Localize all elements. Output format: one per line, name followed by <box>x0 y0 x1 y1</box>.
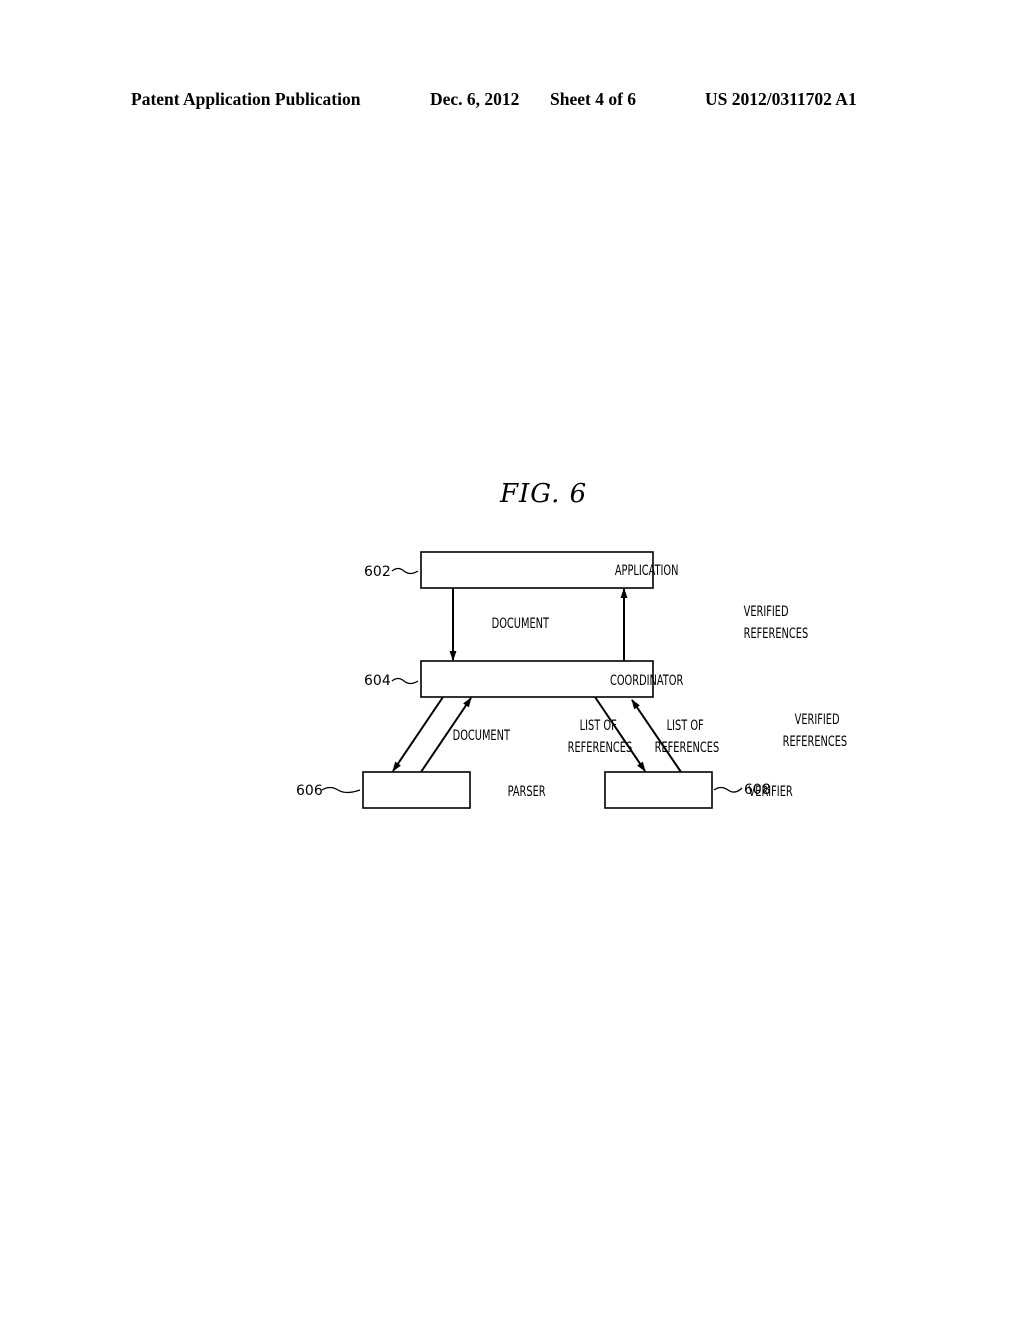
edge-label-list-parser-line1: LIST OF <box>580 717 617 734</box>
coordinator-label: COORDINATOR <box>610 672 683 689</box>
parser-label: PARSER <box>508 783 546 800</box>
node-coordinator: COORDINATOR 604 <box>364 660 683 698</box>
edge-label-document-down: DOCUMENT <box>492 615 549 632</box>
edge-label-verified-verifier-line2: REFERENCES <box>783 733 848 750</box>
flow-diagram: APPLICATION 602 COORDINATOR 604 PARSER 6… <box>296 551 848 809</box>
edge-label-document-parser: DOCUMENT <box>453 727 510 744</box>
verifier-box <box>604 771 713 809</box>
node-parser: PARSER 606 <box>296 771 546 809</box>
node-verifier: VERIFIER 608 <box>604 771 793 809</box>
leader-line-606 <box>321 786 361 794</box>
ref-606: 606 <box>296 783 323 799</box>
ref-608: 608 <box>744 782 771 798</box>
leader-line-604 <box>391 677 419 685</box>
parser-box <box>362 771 471 809</box>
edge-label-list-parser-line2: REFERENCES <box>568 739 633 756</box>
edge-label-verified-verifier-line1: VERIFIED <box>795 711 840 728</box>
edge-label-list-verifier-line1: LIST OF <box>667 717 704 734</box>
leader-line-602 <box>391 567 419 575</box>
edge-label-verified-up-line2: REFERENCES <box>744 625 809 642</box>
ref-604: 604 <box>364 673 391 689</box>
node-application: APPLICATION 602 <box>364 551 679 589</box>
application-label: APPLICATION <box>615 562 679 579</box>
edge-label-verified-up-line1: VERIFIED <box>744 603 789 620</box>
arrow-coordinator-to-parser <box>392 696 444 772</box>
leader-line-608 <box>713 786 743 793</box>
ref-602: 602 <box>364 564 391 580</box>
